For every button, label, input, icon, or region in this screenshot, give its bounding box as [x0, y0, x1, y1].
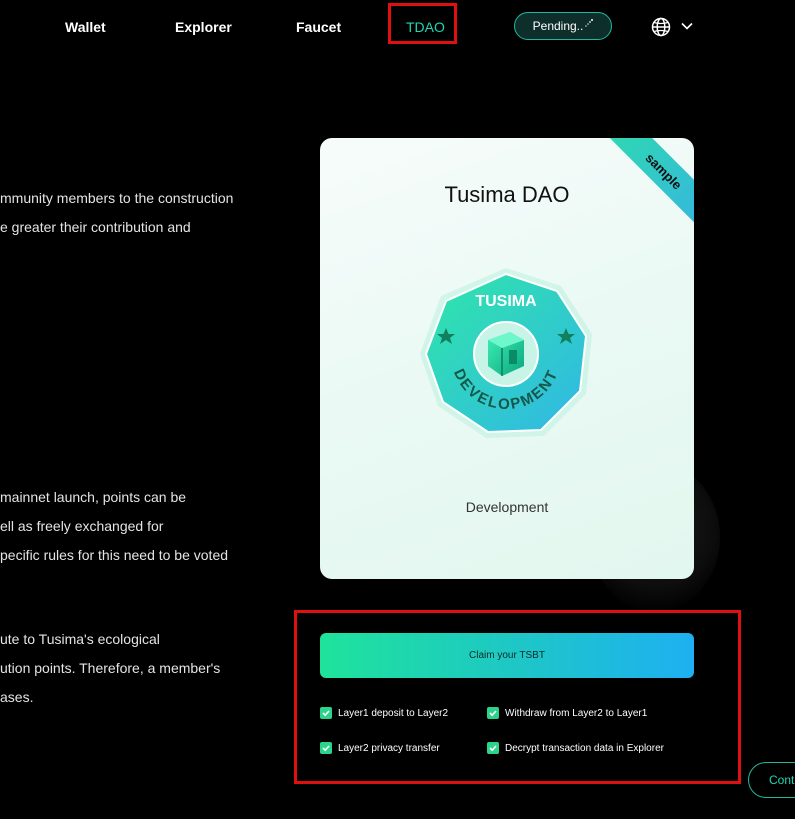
text-line: ution points. Therefore, a member's	[0, 660, 221, 676]
card-title: Tusima DAO	[444, 182, 570, 207]
nav-wallet[interactable]: Wallet	[65, 19, 106, 35]
spinner-icon	[585, 19, 594, 27]
text-line: e greater their contribution and	[0, 219, 191, 235]
pending-label: Pending..	[532, 19, 584, 33]
pending-button[interactable]: Pending..	[514, 12, 612, 40]
task-label: Layer1 deposit to Layer2	[338, 707, 449, 719]
text-line: ases.	[0, 689, 34, 705]
body-paragraph-1: mmunity members to the construction e gr…	[0, 184, 233, 242]
checkbox[interactable]	[487, 707, 499, 719]
text-line: mmunity members to the construction	[0, 190, 234, 206]
claim-tsbt-button[interactable]: Claim your TSBT	[320, 633, 694, 678]
check-icon	[489, 710, 497, 717]
checkbox[interactable]	[487, 742, 499, 754]
task-label: Layer2 privacy transfer	[338, 742, 440, 754]
task-item: Decrypt transaction data in Explorer	[487, 742, 664, 754]
card-subtitle: Development	[465, 499, 549, 515]
checkbox[interactable]	[320, 707, 332, 719]
check-icon	[322, 745, 330, 752]
sbt-card: sample Tusima DAO TUSIMA DEVELOPMENT Dev…	[320, 138, 694, 579]
body-paragraph-3: ute to Tusima's ecological ution points.…	[0, 625, 220, 712]
checkbox[interactable]	[320, 742, 332, 754]
globe-icon[interactable]	[651, 17, 671, 37]
nav-faucet[interactable]: Faucet	[296, 19, 341, 35]
chevron-down-icon[interactable]	[680, 19, 694, 33]
task-item: Withdraw from Layer2 to Layer1	[487, 707, 647, 719]
text-line: mainnet launch, points can be	[0, 489, 187, 505]
check-icon	[489, 745, 497, 752]
task-item: Layer1 deposit to Layer2	[320, 707, 448, 719]
development-badge-icon: TUSIMA DEVELOPMENT	[420, 268, 592, 438]
tdao-highlight-box	[388, 3, 457, 44]
badge-top-text: TUSIMA	[475, 293, 537, 310]
task-label: Decrypt transaction data in Explorer	[505, 742, 664, 754]
body-paragraph-2: mainnet launch, points can be ell as fre…	[0, 483, 228, 570]
check-icon	[322, 710, 330, 717]
text-line: pecific rules for this need to be voted	[0, 547, 229, 563]
text-line: ell as freely exchanged for	[0, 518, 164, 534]
continue-button[interactable]: Conti	[748, 762, 795, 798]
nav-explorer[interactable]: Explorer	[175, 19, 232, 35]
task-label: Withdraw from Layer2 to Layer1	[505, 707, 648, 719]
text-line: ute to Tusima's ecological	[0, 631, 160, 647]
task-item: Layer2 privacy transfer	[320, 742, 440, 754]
